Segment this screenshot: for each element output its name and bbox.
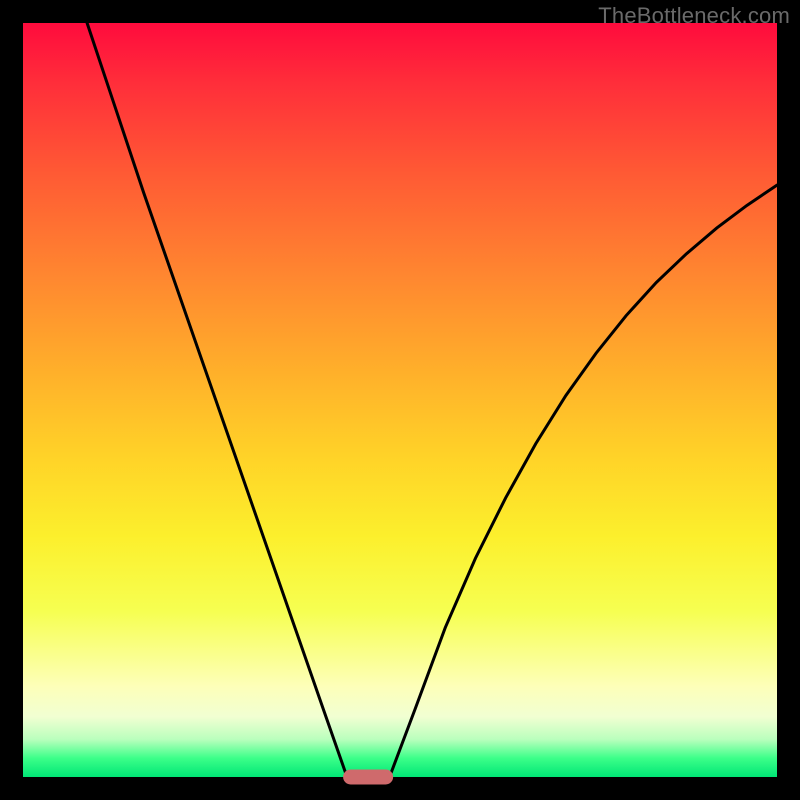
left-curve	[87, 23, 346, 773]
curves-layer	[23, 23, 777, 777]
chart-frame	[23, 23, 777, 777]
watermark-text: TheBottleneck.com	[598, 3, 790, 29]
right-curve	[391, 185, 777, 773]
bottleneck-marker	[343, 769, 393, 784]
